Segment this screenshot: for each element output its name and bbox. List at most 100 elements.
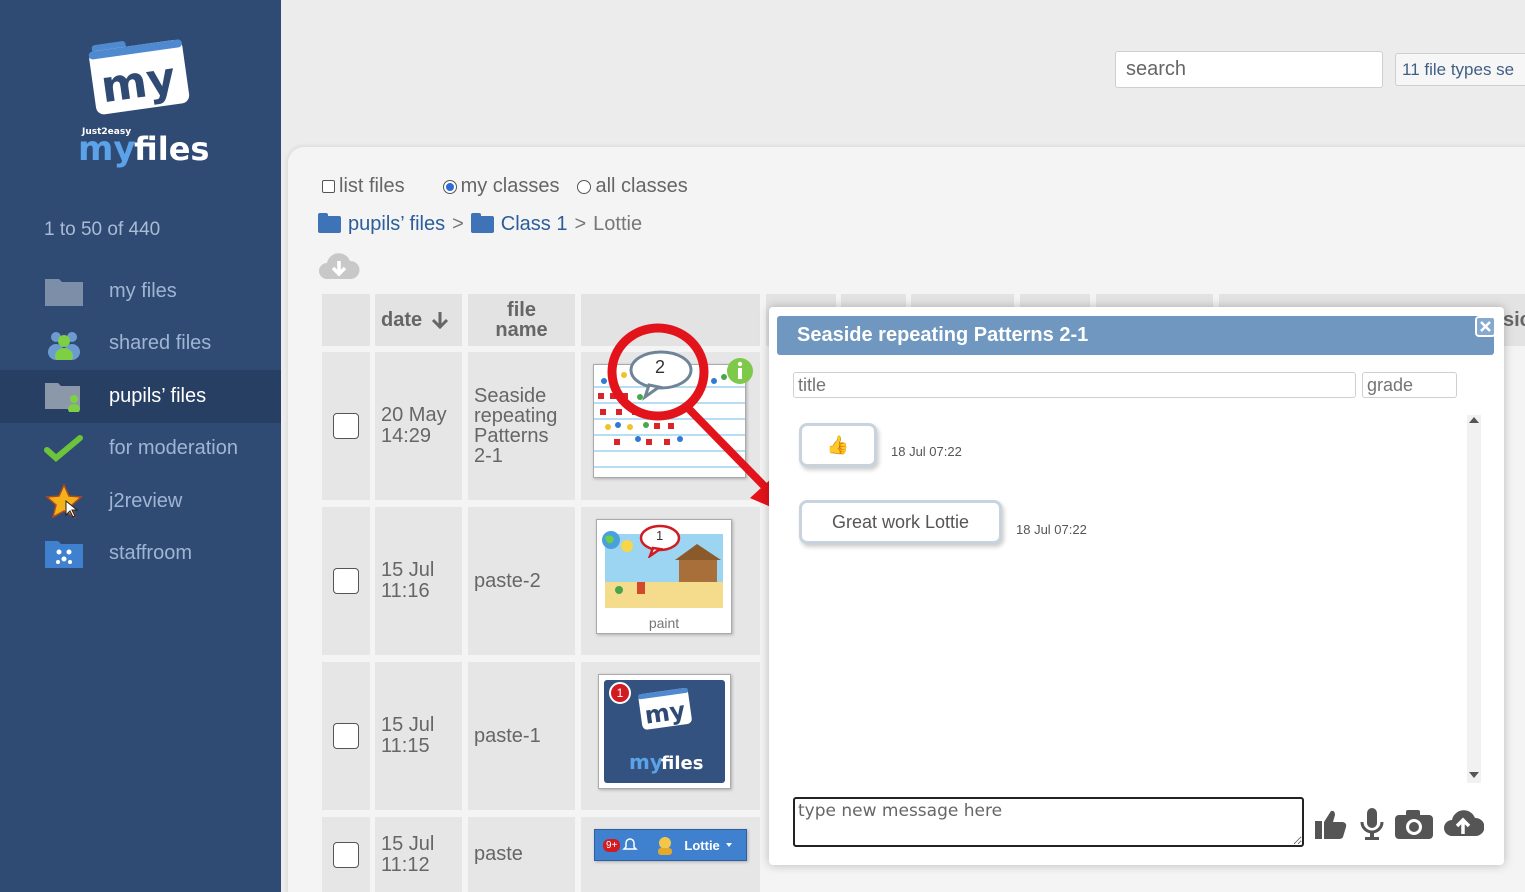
my-classes-radio[interactable] [442,179,457,194]
record-audio-button[interactable] [1357,804,1387,844]
sidebar-item-for-moderation[interactable]: for moderation [0,423,281,476]
file-name-part: Seaside [474,385,547,407]
bell-icon [622,838,639,850]
sidebar-item-label: j2review [109,489,183,512]
breadcrumb-pupils-files[interactable]: pupils’ files [348,213,445,236]
row-checkbox[interactable] [333,723,359,749]
close-icon [1480,321,1491,332]
cloud-upload-icon [1444,810,1484,836]
svg-text:files: files [661,753,703,774]
all-classes-radio[interactable] [577,179,592,194]
row-date-time: 11:15 [381,735,430,757]
breadcrumb-separator: > [452,213,464,235]
myfiles-logo: my Just2easy my files [78,39,208,169]
dialog-title: Seaside repeating Patterns 2-1 [777,316,1494,355]
svg-text:my: my [643,696,688,729]
scroll-down-icon[interactable] [1468,770,1480,780]
file-name-part: repeating [474,405,558,427]
microphone-icon [1360,808,1384,840]
svg-text:my: my [629,750,663,774]
row-file-name[interactable]: paste [468,817,575,892]
arrow-down-icon [432,312,449,330]
list-files-checkbox[interactable] [322,180,335,193]
sidebar-item-label: staffroom [109,542,192,565]
row-checkbox[interactable] [333,568,359,594]
breadcrumb-pupil: Lottie [593,213,643,235]
header-file-name-line1: file [507,299,536,321]
file-types-select[interactable]: 11 file types se [1395,53,1525,86]
file-thumbnail[interactable]: 1 paint [596,519,732,634]
title-input[interactable] [793,372,1356,398]
row-date-time: 14:29 [381,425,432,447]
close-button[interactable] [1475,316,1496,337]
row-checkbox[interactable] [333,841,359,868]
header-file-name[interactable]: file name [468,294,575,346]
file-name-part: Patterns [474,425,549,447]
row-date-day: 15 Jul [381,832,435,855]
sidebar-item-label: shared files [109,332,212,355]
breadcrumb-separator: > [574,213,587,235]
sidebar-item-my-files[interactable]: my files [0,265,281,318]
pupil-folder-icon [44,378,84,414]
my-classes-label: my classes [460,175,560,197]
thumbs-up-icon [1315,810,1347,839]
star-icon [44,483,84,519]
header-date[interactable]: date [375,294,462,346]
all-classes-option[interactable]: all classes [577,175,688,198]
message-time: 18 Jul 07:22 [1016,522,1087,537]
upload-button[interactable] [1441,804,1485,844]
comment-count-badge[interactable]: 1 [609,682,631,704]
file-thumbnail[interactable]: my my files 1 [598,674,731,789]
checkmark-icon [44,431,84,467]
row-date-day: 15 Jul [381,714,435,736]
header-select [322,294,370,346]
scroll-up-icon[interactable] [1468,415,1480,425]
sidebar-item-shared-files[interactable]: shared files [0,318,281,371]
sidebar-item-j2review[interactable]: j2review [0,475,281,528]
row-file-name[interactable]: Seaside repeating Patterns 2-1 [468,352,575,500]
breadcrumb: pupils’ files > Class 1 > Lottie [318,213,642,236]
camera-icon [1395,810,1433,839]
row-file-name[interactable]: paste-1 [468,662,575,810]
message-time: 18 Jul 07:22 [891,444,962,459]
camera-button[interactable] [1393,804,1435,844]
file-name-part: paste [474,843,523,865]
svg-text:files: files [134,130,208,168]
user-avatar-icon [658,837,673,855]
user-name: Lottie [684,837,720,853]
messages-scrollbar[interactable] [1467,415,1481,783]
sidebar-item-staffroom[interactable]: staffroom [0,528,281,581]
my-classes-option[interactable]: my classes [442,175,560,198]
row-checkbox[interactable] [333,413,359,439]
row-file-name[interactable]: paste-2 [468,507,575,655]
header-file-name-line2: name [495,319,548,341]
row-date-time: 11:12 [381,853,430,876]
sidebar-item-pupils-files[interactable]: pupils’ files [0,370,281,423]
row-date-time: 11:16 [381,580,430,602]
file-thumbnail[interactable]: 9+ Lottie [594,829,747,861]
row-date-day: 15 Jul [381,559,435,581]
notification-badge: 9+ [603,838,621,852]
row-date: 15 Jul 11:15 [375,662,462,810]
message-input[interactable] [793,797,1304,847]
table-row [322,507,370,655]
all-classes-label: all classes [595,175,688,197]
row-date: 20 May 14:29 [375,352,462,500]
sidebar-item-label: pupils’ files [109,384,207,407]
svg-text:my: my [98,52,179,113]
list-files-label: list files [339,175,405,197]
thumbs-up-button[interactable] [1313,804,1349,844]
grade-input[interactable] [1362,372,1457,398]
cloud-download-icon[interactable] [317,251,361,283]
column-header-edge: sic [1503,309,1525,331]
breadcrumb-class[interactable]: Class 1 [501,213,568,236]
row-date: 15 Jul 11:16 [375,507,462,655]
staffroom-icon [44,536,84,572]
svg-text:my: my [78,129,136,169]
sidebar: my Just2easy my files 1 to 50 of 440 my … [0,0,281,892]
group-icon [44,326,84,362]
list-files-option[interactable]: list files [322,175,405,198]
search-input[interactable] [1115,51,1383,88]
table-row [322,817,370,892]
file-count: 1 to 50 of 440 [44,219,161,240]
